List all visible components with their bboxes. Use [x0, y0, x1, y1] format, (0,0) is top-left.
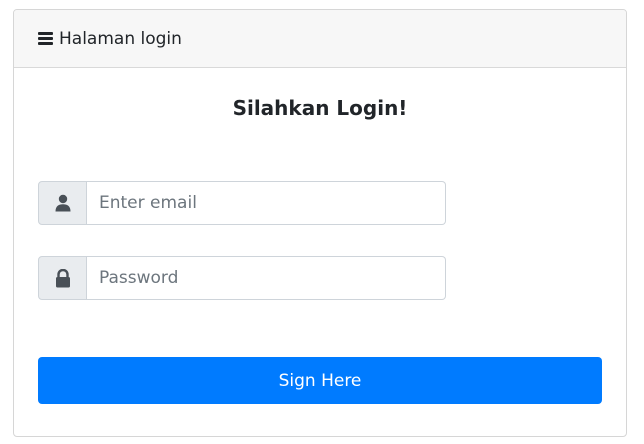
lock-icon	[38, 256, 87, 300]
menu-icon	[38, 32, 53, 45]
email-input-group	[38, 181, 446, 225]
login-heading: Silahkan Login!	[232, 96, 408, 120]
email-field[interactable]	[87, 181, 446, 225]
header-title: Halaman login	[59, 28, 182, 49]
card-header: Halaman login	[14, 10, 626, 68]
sign-in-button[interactable]: Sign Here	[38, 357, 602, 404]
password-field[interactable]	[87, 256, 446, 300]
user-icon	[38, 181, 87, 225]
password-input-group	[38, 256, 446, 300]
login-card: Halaman login Silahkan Login! Sign Here	[13, 9, 627, 437]
